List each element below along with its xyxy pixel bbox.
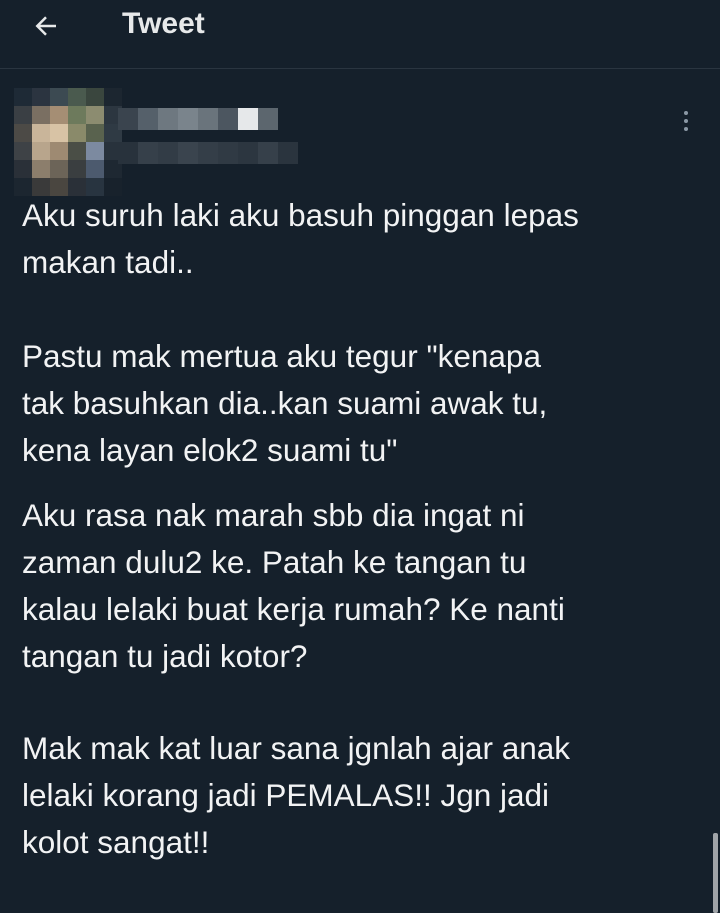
- more-vertical-icon: [684, 111, 688, 115]
- author-handle: [118, 142, 318, 164]
- arrow-left-icon: [35, 16, 56, 36]
- back-button[interactable]: [18, 2, 74, 50]
- avatar[interactable]: [14, 88, 122, 196]
- scrollbar[interactable]: [713, 833, 718, 913]
- author-name[interactable]: [118, 108, 278, 130]
- tweet-paragraph: Pastu mak mertua aku tegur "kenapa tak b…: [22, 338, 548, 468]
- tweet-paragraph: Aku suruh laki aku basuh pinggan lepas m…: [22, 197, 579, 280]
- top-bar: Tweet: [0, 0, 720, 69]
- tweet-paragraph: Mak mak kat luar sana jgnlah ajar anak l…: [22, 730, 571, 860]
- page-title: Tweet: [122, 7, 205, 40]
- more-options-button[interactable]: [672, 104, 700, 138]
- tweet-paragraph: Aku rasa nak marah sbb dia ingat ni zama…: [22, 497, 565, 674]
- tweet-text: Aku suruh laki aku basuh pinggan lepas m…: [22, 192, 702, 866]
